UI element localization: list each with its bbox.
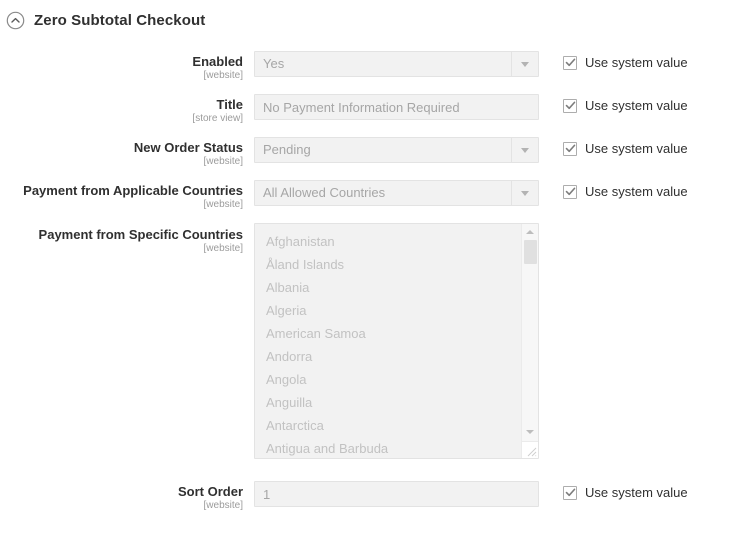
- country-option-list[interactable]: AfghanistanÅland IslandsAlbaniaAlgeriaAm…: [255, 230, 520, 458]
- country-option[interactable]: Andorra: [255, 345, 520, 368]
- label-text: New Order Status: [0, 140, 243, 155]
- country-option[interactable]: Åland Islands: [255, 253, 520, 276]
- label-scope: [store view]: [0, 112, 243, 125]
- resize-handle-icon[interactable]: [521, 441, 538, 458]
- label-scope: [website]: [0, 242, 243, 255]
- label-scope: [website]: [0, 198, 243, 211]
- specific-countries-multiselect[interactable]: AfghanistanÅland IslandsAlbaniaAlgeriaAm…: [254, 223, 539, 459]
- use-system-value-sort-order[interactable]: Use system value: [563, 485, 750, 500]
- use-system-value-label: Use system value: [585, 184, 688, 199]
- section-header[interactable]: Zero Subtotal Checkout: [0, 0, 750, 34]
- scroll-down-arrow-icon[interactable]: [522, 425, 538, 439]
- country-option[interactable]: Anguilla: [255, 391, 520, 414]
- system-value-cell-specific-countries: [539, 223, 750, 227]
- select-arrow-container[interactable]: [511, 181, 538, 205]
- checkbox-checked-icon[interactable]: [563, 486, 577, 500]
- use-system-value-enabled[interactable]: Use system value: [563, 55, 750, 70]
- field-control-specific-countries: AfghanistanÅland IslandsAlbaniaAlgeriaAm…: [243, 223, 539, 459]
- section-title: Zero Subtotal Checkout: [34, 11, 205, 30]
- field-control-title: [243, 94, 539, 120]
- chevron-down-icon: [521, 191, 529, 196]
- enabled-select[interactable]: Yes: [254, 51, 539, 77]
- field-control-enabled: Yes: [243, 51, 539, 77]
- use-system-value-title[interactable]: Use system value: [563, 98, 750, 113]
- system-value-cell-new-order-status: Use system value: [539, 137, 750, 156]
- scrollbar-thumb[interactable]: [524, 240, 537, 264]
- field-control-new-order-status: Pending: [243, 137, 539, 163]
- chevron-down-icon: [521, 62, 529, 67]
- label-text: Payment from Specific Countries: [0, 227, 243, 242]
- label-scope: [website]: [0, 499, 243, 512]
- use-system-value-label: Use system value: [585, 98, 688, 113]
- use-system-value-new-order-status[interactable]: Use system value: [563, 141, 750, 156]
- country-option[interactable]: American Samoa: [255, 322, 520, 345]
- field-row-enabled: Enabled [website] Yes Use system value: [0, 51, 750, 82]
- country-option[interactable]: Antarctica: [255, 414, 520, 437]
- title-input[interactable]: [254, 94, 539, 120]
- chevron-down-icon: [521, 148, 529, 153]
- country-option[interactable]: Algeria: [255, 299, 520, 322]
- checkbox-checked-icon[interactable]: [563, 99, 577, 113]
- label-text: Title: [0, 97, 243, 112]
- label-scope: [website]: [0, 69, 243, 82]
- system-value-cell-enabled: Use system value: [539, 51, 750, 70]
- field-row-title: Title [store view] Use system value: [0, 94, 750, 125]
- applicable-countries-select-value: All Allowed Countries: [263, 181, 385, 205]
- chevron-up-circle-icon[interactable]: [6, 11, 25, 30]
- applicable-countries-select[interactable]: All Allowed Countries: [254, 180, 539, 206]
- field-label-sort-order: Sort Order [website]: [0, 481, 243, 512]
- field-row-sort-order: Sort Order [website] Use system value: [0, 481, 750, 512]
- system-value-cell-sort-order: Use system value: [539, 481, 750, 500]
- enabled-select-value: Yes: [263, 52, 284, 76]
- use-system-value-label: Use system value: [585, 485, 688, 500]
- field-row-applicable-countries: Payment from Applicable Countries [websi…: [0, 180, 750, 211]
- select-arrow-container[interactable]: [511, 138, 538, 162]
- checkbox-checked-icon[interactable]: [563, 142, 577, 156]
- field-row-specific-countries: Payment from Specific Countries [website…: [0, 223, 750, 459]
- country-option[interactable]: Antigua and Barbuda: [255, 437, 520, 459]
- label-text: Sort Order: [0, 484, 243, 499]
- field-control-applicable-countries: All Allowed Countries: [243, 180, 539, 206]
- field-label-title: Title [store view]: [0, 94, 243, 125]
- label-text: Payment from Applicable Countries: [0, 183, 243, 198]
- country-option[interactable]: Afghanistan: [255, 230, 520, 253]
- field-control-sort-order: [243, 481, 539, 507]
- config-form: Enabled [website] Yes Use system value: [0, 34, 750, 512]
- system-value-cell-title: Use system value: [539, 94, 750, 113]
- multiselect-scrollbar[interactable]: [521, 224, 538, 458]
- field-label-new-order-status: New Order Status [website]: [0, 137, 243, 168]
- field-row-new-order-status: New Order Status [website] Pending Use s…: [0, 137, 750, 168]
- field-label-enabled: Enabled [website]: [0, 51, 243, 82]
- field-label-applicable-countries: Payment from Applicable Countries [websi…: [0, 180, 243, 211]
- system-value-cell-applicable-countries: Use system value: [539, 180, 750, 199]
- country-option[interactable]: Angola: [255, 368, 520, 391]
- new-order-status-select[interactable]: Pending: [254, 137, 539, 163]
- new-order-status-select-value: Pending: [263, 138, 311, 162]
- sort-order-input[interactable]: [254, 481, 539, 507]
- checkbox-checked-icon[interactable]: [563, 185, 577, 199]
- label-text: Enabled: [0, 54, 243, 69]
- use-system-value-label: Use system value: [585, 55, 688, 70]
- use-system-value-applicable-countries[interactable]: Use system value: [563, 184, 750, 199]
- label-scope: [website]: [0, 155, 243, 168]
- select-arrow-container[interactable]: [511, 52, 538, 76]
- use-system-value-label: Use system value: [585, 141, 688, 156]
- scroll-up-arrow-icon[interactable]: [522, 225, 538, 239]
- checkbox-checked-icon[interactable]: [563, 56, 577, 70]
- country-option[interactable]: Albania: [255, 276, 520, 299]
- field-label-specific-countries: Payment from Specific Countries [website…: [0, 223, 243, 255]
